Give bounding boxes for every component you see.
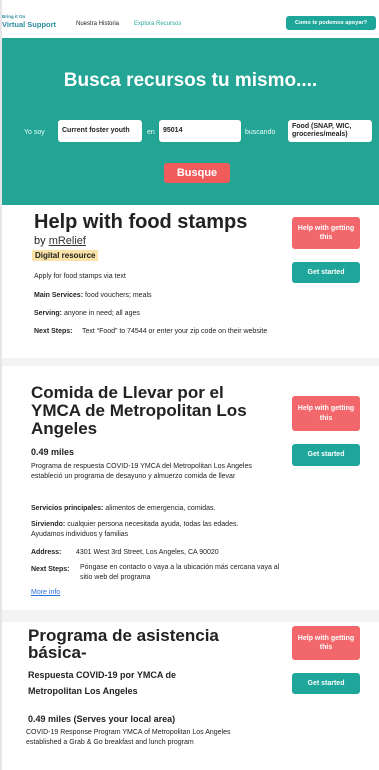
hero-title: Busca recursos tu mismo.... [63,70,318,91]
resource-services: Main Services: food vouchers; meals [34,291,152,301]
more-info-link[interactable]: More info [31,588,60,598]
next-steps-label: Next Steps: [34,328,73,335]
resource-distance: 0.49 miles [31,447,75,457]
need-select[interactable]: Food (SNAP, WIC, groceries/meals) [288,120,372,142]
address-label: Address: [31,549,62,556]
logo-name: Virtual Support [2,20,57,29]
next-steps-label: Next Steps: [31,566,70,573]
serving-value: anyone in need; all ages [63,310,140,317]
resource-card: Programa de asistencia básica- Respuesta… [2,622,379,770]
resource-title-text: Programa de asistencia básica [28,626,219,662]
nav-link-nuestra-historia[interactable]: Nuestra Historia [76,20,119,28]
label-buscando: buscando [245,129,276,136]
resource-serving: Sirviendo: cualquier persona necesitada … [31,520,266,540]
resource-services: Servicios principales: alimentos de emer… [31,504,276,514]
services-label: Main Services: [34,292,84,299]
label-en: en [147,129,155,136]
serving-label: Sirviendo: [31,521,66,528]
resource-title: Comida de Llevar por el YMCA de Metropol… [31,383,247,438]
resource-title: Help with food stamps [34,211,248,233]
card-divider [2,610,379,622]
services-value: food vouchers; meals [84,292,152,299]
support-cta-button[interactable]: Como te podemos apoyar? [286,16,376,30]
resource-title: Programa de asistencia básica- [28,627,228,661]
card-divider [2,358,379,366]
resource-distance: 0.49 miles (Serves your local area) [28,714,176,724]
resource-description: COVID-19 Response Program YMCA of Metrop… [26,729,231,746]
resource-byline: by mRelief [34,235,86,248]
identity-select[interactable]: Current foster youth [58,120,142,142]
zip-input[interactable]: 95014 [159,120,241,142]
resource-subtitle: Respuesta COVID-19 por YMCA de Metropoli… [28,670,177,696]
byline-prefix: by [34,235,46,247]
search-button[interactable]: Busque [164,163,230,183]
resource-card: Help with food stamps by mRelief Digital… [2,205,379,355]
search-hero: Busca recursos tu mismo.... Yo soy Curre… [2,38,379,205]
get-started-button[interactable]: Get started [292,262,360,283]
next-steps-value: Text “Food” to 74544 or enter your zip c… [82,328,268,335]
top-navigation: Bring it On Virtual Support Nuestra Hist… [0,12,379,38]
get-started-button[interactable]: Get started [292,444,360,466]
address-value: 4301 West 3rd Street, Los Angeles, CA 90… [76,549,219,556]
resource-title-suffix: - [80,643,87,662]
resource-description: Apply for food stamps via text [34,273,126,280]
resource-card: Comida de Llevar por el YMCA de Metropol… [2,380,379,610]
help-getting-this-button[interactable]: Help with getting this [292,626,360,660]
resource-description: Programa de respuesta COVID-19 YMCA del … [31,463,252,480]
resource-org-link[interactable]: mRelief [49,235,86,247]
serving-label: Serving: [34,310,63,317]
nav-link-explora-recursos[interactable]: Explora Recursos [134,20,181,28]
brand-logo[interactable]: Bring it On Virtual Support [2,14,64,38]
services-label: Servicios principales: [31,505,104,512]
help-getting-this-button[interactable]: Help with getting this [292,396,360,431]
label-yo-soy: Yo soy [24,129,45,136]
resource-type-badge: Digital resource [32,250,99,261]
services-value: alimentos de emergencia, comidas. [105,505,216,512]
resource-serving: Serving: anyone in need; all ages [34,309,140,319]
help-getting-this-button[interactable]: Help with getting this [292,217,360,249]
next-steps-value: Póngase en contacto o vaya a la ubicació… [80,564,280,581]
get-started-button[interactable]: Get started [292,673,360,694]
